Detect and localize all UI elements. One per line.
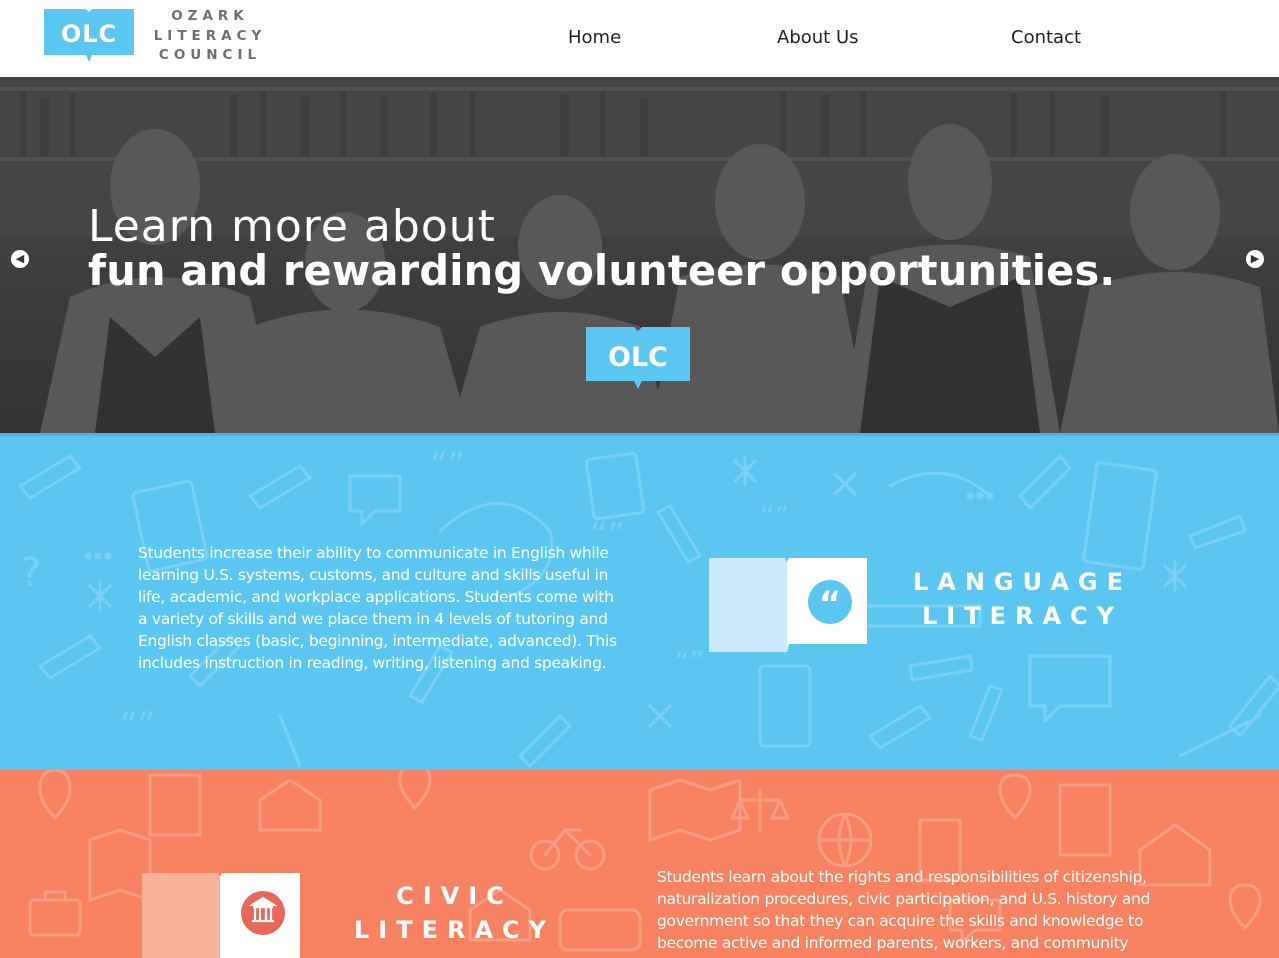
language-title-line2: LITERACY xyxy=(921,602,1124,630)
arrow-left-icon: ◀ xyxy=(15,253,25,265)
hero-carousel: Learn more about fun and rewarding volun… xyxy=(0,77,1279,433)
svg-text:“”: “” xyxy=(430,445,465,485)
svg-text:“”: “” xyxy=(760,500,789,533)
logo-line-1: OZARK xyxy=(171,8,249,24)
language-literacy-description: Students increase their ability to commu… xyxy=(138,544,617,672)
language-title-line1: LANGUAGE xyxy=(912,568,1133,596)
logo-line-2: LITERACY xyxy=(153,27,267,44)
carousel-next-button[interactable]: ▶ xyxy=(1246,250,1264,268)
hero-olc-logo-icon: OLC xyxy=(586,327,690,389)
olc-logo-icon: OLC xyxy=(44,9,134,62)
hero-heading-line2: fun and rewarding volunteer opportunitie… xyxy=(88,246,1116,295)
hero-logo-initials: OLC xyxy=(608,342,668,373)
logo-initials: OLC xyxy=(61,20,117,48)
carousel-prev-button[interactable]: ◀ xyxy=(11,250,29,268)
language-literacy-title: LANGUAGE LITERACY xyxy=(900,565,1145,633)
nav-about-link[interactable]: About Us xyxy=(777,27,859,48)
hero-heading-line1: Learn more about xyxy=(88,201,496,252)
nav-contact-link[interactable]: Contact xyxy=(1011,27,1081,48)
civic-title-line2: LITERACY xyxy=(353,916,556,944)
quote-book-icon: “ xyxy=(709,558,867,652)
civic-literacy-section: CIVIC LITERACY Students learn about the … xyxy=(0,770,1279,958)
svg-text:“”: “” xyxy=(120,705,155,745)
svg-text:“: “ xyxy=(819,584,841,624)
svg-text:“”: “” xyxy=(675,645,704,678)
civic-literacy-title: CIVIC LITERACY xyxy=(342,879,567,947)
svg-text:?: ? xyxy=(20,550,41,596)
language-literacy-section: “” “” “” “” “” ? Students increase their… xyxy=(0,433,1279,773)
logo-link[interactable]: OLC OZARK LITERACY COUNCIL xyxy=(0,0,280,77)
nav-home-link[interactable]: Home xyxy=(568,27,621,48)
arrow-right-icon: ▶ xyxy=(1250,253,1260,265)
logo-wordmark: OZARK LITERACY COUNCIL xyxy=(150,7,270,66)
logo-line-3: COUNCIL xyxy=(158,47,262,63)
building-book-icon xyxy=(142,873,300,958)
site-header: OLC OZARK LITERACY COUNCIL Home About Us… xyxy=(0,0,1279,77)
civic-title-line1: CIVIC xyxy=(396,882,513,910)
civic-literacy-description: Students learn about the rights and resp… xyxy=(657,868,1151,952)
